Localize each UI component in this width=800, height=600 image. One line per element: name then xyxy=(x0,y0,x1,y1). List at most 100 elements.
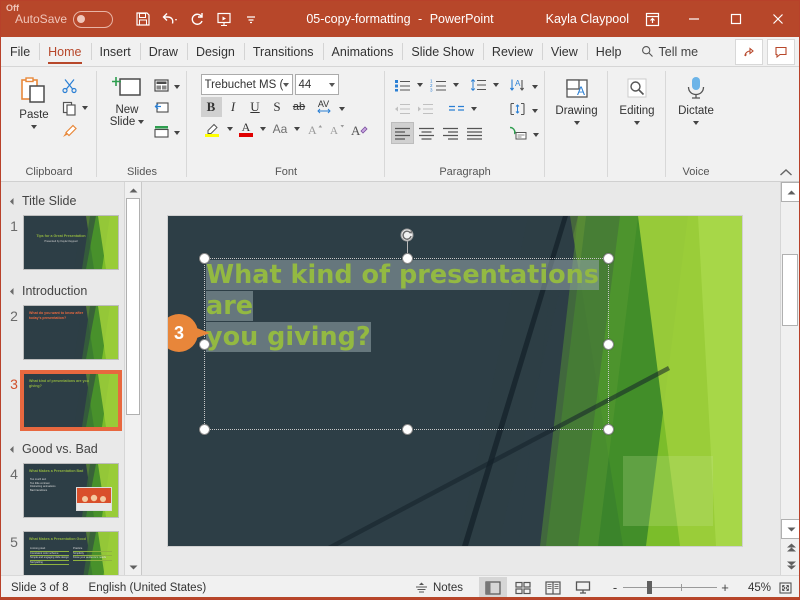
slide-scrollbar-thumb[interactable] xyxy=(782,254,798,326)
copy-dropdown-caret[interactable] xyxy=(82,106,88,110)
text-direction-caret[interactable] xyxy=(532,84,538,89)
collapse-triangle-icon[interactable] xyxy=(9,197,18,205)
fit-slide-to-window-button[interactable] xyxy=(771,581,799,595)
tab-help[interactable]: Help xyxy=(586,37,631,66)
tab-transitions[interactable]: Transitions xyxy=(243,37,323,66)
slide-vertical-scrollbar[interactable] xyxy=(780,182,799,575)
dictate-button[interactable]: Dictate xyxy=(670,72,722,128)
slide-show-button[interactable] xyxy=(569,577,597,598)
resize-handle-top-center[interactable] xyxy=(401,253,413,264)
collapse-triangle-icon[interactable] xyxy=(9,287,18,295)
scroll-up-button[interactable] xyxy=(781,182,799,202)
bullets-caret[interactable] xyxy=(417,83,423,87)
align-text-caret[interactable] xyxy=(532,108,538,113)
thumbnail-preview[interactable]: Tips for a Great Presentation Presented … xyxy=(23,215,119,270)
font-color-caret[interactable] xyxy=(259,127,266,131)
next-slide-button[interactable] xyxy=(781,555,799,575)
font-name-combobox[interactable]: Trebuchet MS (Heading) xyxy=(200,74,293,95)
scroll-down-button[interactable] xyxy=(781,519,799,539)
clear-formatting-button[interactable]: A xyxy=(349,119,372,139)
drawing-button[interactable]: A Drawing xyxy=(551,72,603,128)
line-spacing-caret[interactable] xyxy=(493,83,499,87)
reset-button[interactable] xyxy=(150,97,172,119)
strikethrough-button[interactable]: ab xyxy=(289,97,310,117)
slide-editor-pane[interactable]: What kind of presentations are you givin… xyxy=(142,182,799,575)
title-placeholder[interactable]: What kind of presentations are you givin… xyxy=(168,228,614,435)
collapse-ribbon-button[interactable] xyxy=(779,168,793,178)
thumbnail-item-5[interactable]: 5 What Makes a Presentation Good A stron… xyxy=(1,528,125,575)
format-painter-button[interactable] xyxy=(58,120,80,142)
reading-view-button[interactable] xyxy=(539,577,567,598)
zoom-slider[interactable]: - + xyxy=(607,580,733,595)
decrease-indent-button[interactable] xyxy=(391,98,413,120)
normal-view-button[interactable] xyxy=(479,577,507,598)
minimize-icon[interactable] xyxy=(673,1,715,37)
text-highlight-caret[interactable] xyxy=(226,127,233,131)
bullets-button[interactable] xyxy=(391,74,413,96)
thumbnail-preview[interactable]: What Makes a Presentation Bad Too much t… xyxy=(23,463,119,518)
section-header-introduction[interactable]: Introduction xyxy=(1,280,125,302)
new-slide-button[interactable]: New Slide xyxy=(104,72,150,131)
copy-button[interactable] xyxy=(58,97,80,119)
tab-view[interactable]: View xyxy=(541,37,587,66)
columns-caret[interactable] xyxy=(471,107,477,111)
slide-canvas[interactable]: What kind of presentations are you givin… xyxy=(168,216,742,546)
section-dropdown-caret[interactable] xyxy=(174,130,180,135)
collapse-triangle-icon[interactable] xyxy=(9,445,18,453)
tab-file[interactable]: File xyxy=(1,37,39,66)
increase-font-size-button[interactable]: A xyxy=(305,119,326,139)
thumbnail-item-2[interactable]: 2 What do you want to know after today's… xyxy=(1,302,125,370)
thumbnail-item-4[interactable]: 4 What Makes a Presentation Bad Too much… xyxy=(1,460,125,528)
resize-handle-top-left[interactable] xyxy=(199,253,210,264)
layout-button[interactable] xyxy=(150,74,172,96)
resize-handle-top-right[interactable] xyxy=(603,253,614,264)
change-case-button[interactable]: Aa xyxy=(269,119,292,139)
numbering-caret[interactable] xyxy=(453,83,459,87)
convert-to-smartart-button[interactable] xyxy=(507,122,529,144)
increase-indent-button[interactable] xyxy=(414,98,436,120)
dictate-dropdown-caret[interactable] xyxy=(693,121,699,125)
tab-slide-show[interactable]: Slide Show xyxy=(402,37,483,66)
text-direction-button[interactable]: A xyxy=(506,74,528,96)
font-name-caret[interactable] xyxy=(282,82,289,87)
thumbnail-preview[interactable]: What Makes a Presentation Good A strong … xyxy=(23,531,119,575)
thumbnail-scroll-up-button[interactable] xyxy=(125,182,141,198)
zoom-slider-knob[interactable] xyxy=(647,581,652,594)
resize-handle-middle-right[interactable] xyxy=(603,339,614,350)
resize-handle-bottom-right[interactable] xyxy=(603,424,614,435)
section-header-good-vs-bad[interactable]: Good vs. Bad xyxy=(1,438,125,460)
character-spacing-button[interactable]: AV xyxy=(311,97,337,117)
maximize-icon[interactable] xyxy=(715,1,757,37)
layout-dropdown-caret[interactable] xyxy=(174,84,180,89)
autosave-switch[interactable]: Off xyxy=(6,4,114,28)
autosave-toggle[interactable]: AutoSave Off xyxy=(6,4,114,28)
slide-indicator[interactable]: Slide 3 of 8 xyxy=(1,576,79,599)
text-shadow-button[interactable]: S xyxy=(267,97,288,117)
font-size-caret[interactable] xyxy=(328,82,335,87)
user-account-name[interactable]: Kayla Claypool xyxy=(546,12,629,26)
tab-animations[interactable]: Animations xyxy=(322,37,403,66)
thumbnail-scrollbar[interactable] xyxy=(124,182,141,575)
resize-handle-bottom-left[interactable] xyxy=(199,424,210,435)
thumbnail-scroll-down-button[interactable] xyxy=(125,559,141,575)
thumbnail-preview-selected[interactable]: What kind of presentations are you givin… xyxy=(20,370,122,431)
font-color-button[interactable]: A xyxy=(236,119,257,139)
numbering-button[interactable]: 123 xyxy=(427,74,449,96)
thumbnail-item-1[interactable]: 1 Tips for a Great Presentation Presente… xyxy=(1,212,125,280)
tell-me-search[interactable]: Tell me xyxy=(631,37,709,66)
character-spacing-caret[interactable] xyxy=(338,106,345,111)
slide-title-text[interactable]: What kind of presentations are you givin… xyxy=(206,260,609,353)
paste-dropdown-caret[interactable] xyxy=(31,125,37,129)
cut-button[interactable] xyxy=(58,74,80,96)
line-spacing-button[interactable] xyxy=(467,74,489,96)
paste-button[interactable]: Paste xyxy=(10,72,58,132)
thumbnail-item-3[interactable]: 3 What kind of presentations are you giv… xyxy=(1,370,125,438)
decrease-font-size-button[interactable]: A xyxy=(327,119,348,139)
previous-slide-button[interactable] xyxy=(781,537,799,557)
tab-insert[interactable]: Insert xyxy=(90,37,140,66)
text-highlight-button[interactable] xyxy=(201,119,224,139)
tab-design[interactable]: Design xyxy=(186,37,244,66)
zoom-percentage[interactable]: 45% xyxy=(737,582,771,594)
tab-review[interactable]: Review xyxy=(482,37,542,66)
comments-icon[interactable] xyxy=(767,39,795,65)
